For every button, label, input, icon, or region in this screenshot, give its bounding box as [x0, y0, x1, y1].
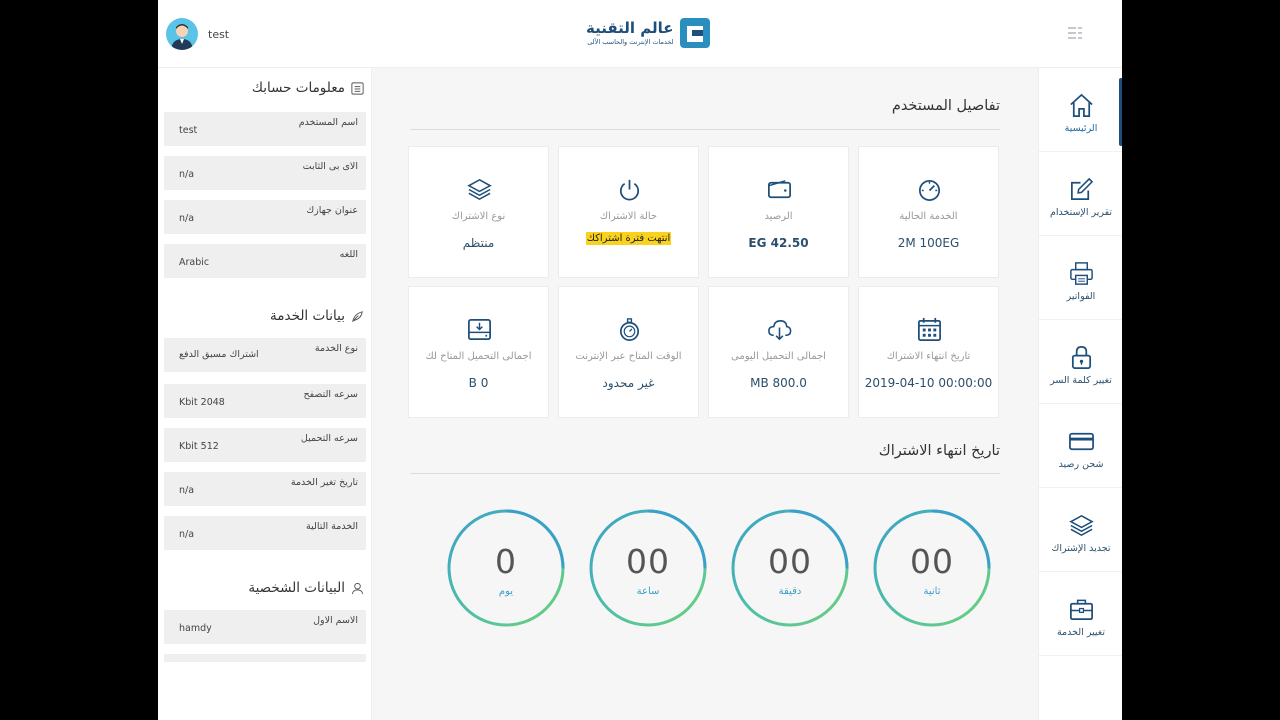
countdown-days-value: 0 — [495, 542, 517, 581]
card-available-download: اجمالى التحميل المتاح لك B 0 — [408, 286, 549, 418]
divider — [410, 473, 1000, 474]
edit-icon — [1070, 177, 1094, 201]
logo-subtitle: لخدمات الإنترنت والحاسب الآلى — [587, 37, 674, 46]
info-row-service-change-date: تاريخ تغير الخدمة n/a — [164, 472, 366, 506]
personal-info-heading: البيانات الشخصية — [248, 580, 365, 596]
app-frame: test عالم التقنية لخدمات الإنترنت والحاس… — [158, 0, 1122, 720]
main-nav: الرئيسية تقرير الإستخدام الفواتير تغيير … — [1038, 68, 1122, 720]
feather-icon — [352, 310, 363, 322]
info-row-first-name: الاسم الاول hamdy — [164, 610, 366, 644]
countdown-seconds-value: 00 — [910, 542, 954, 581]
menu-toggle-icon[interactable] — [1066, 24, 1086, 42]
info-row-language: اللغه Arabic — [164, 244, 366, 278]
countdown-hours-value: 00 — [626, 542, 670, 581]
card-expiry-date: تاريخ انتهاء الاشتراك 2019-04-10 00:00:0… — [858, 286, 999, 418]
countdown-hours-label: ساعة — [636, 586, 660, 597]
card-balance: الرصيد EG 42.50 — [708, 146, 849, 278]
info-row-next-service: الخدمة التالية n/a — [164, 516, 366, 550]
nav-active-indicator — [1119, 78, 1122, 146]
nav-item-change-password[interactable]: تغيير كلمة السر — [1039, 320, 1122, 404]
card-current-service: الخدمة الحالية 2M 100EG — [858, 146, 999, 278]
logo-title: عالم التقنية — [586, 18, 674, 37]
expiry-title: تاريخ انتهاء الاشتراك — [878, 443, 1000, 459]
countdown-days: 0 يوم — [446, 508, 566, 628]
power-icon — [619, 179, 640, 201]
card-subscription-status: حالة الاشتراك انتهت فترة اشتراكك — [558, 146, 699, 278]
card-subscription-type: نوع الاشتراك منتظم — [408, 146, 549, 278]
countdown-seconds-label: ثانية — [923, 586, 941, 597]
info-row-download-speed: سرعه التحميل Kbit 512 — [164, 428, 366, 462]
nav-item-usage-report[interactable]: تقرير الإستخدام — [1039, 152, 1122, 236]
printer-icon — [1070, 262, 1093, 285]
wallet-icon — [768, 180, 791, 199]
info-row-device-address: عنوان جهازك n/a — [164, 200, 366, 234]
info-row-partial — [164, 654, 366, 662]
expired-badge: انتهت فترة اشتراكك — [585, 232, 672, 245]
layers-icon — [1069, 514, 1094, 537]
stopwatch-icon — [619, 318, 640, 341]
nav-item-invoices[interactable]: الفواتير — [1039, 236, 1122, 320]
main-content: تفاصيل المستخدم الخدمة الحالية 2M 100EG … — [372, 68, 1038, 720]
info-row-static-ip: الاى بى الثابت n/a — [164, 156, 366, 190]
countdown-hours: 00 ساعة — [588, 508, 708, 628]
service-info-heading: بيانات الخدمة — [270, 308, 365, 324]
countdown-minutes: 00 دقيقة — [730, 508, 850, 628]
account-info-heading: معلومات حسابك — [252, 80, 365, 96]
cloud-download-icon — [768, 320, 792, 341]
list-icon — [351, 81, 364, 95]
countdown-seconds: 00 ثانية — [872, 508, 992, 628]
nav-item-change-service[interactable]: تغيير الخدمة — [1039, 572, 1122, 656]
username: test — [208, 27, 230, 41]
info-row-username: اسم المستخدم test — [164, 112, 366, 146]
drive-download-icon — [468, 318, 491, 341]
logo: عالم التقنية لخدمات الإنترنت والحاسب الآ… — [586, 16, 712, 50]
calendar-icon — [918, 317, 941, 341]
card-online-time: الوقت المتاح عبر الإنترنت غير محدود — [558, 286, 699, 418]
home-icon — [1070, 93, 1093, 117]
countdown-minutes-label: دقيقة — [778, 586, 802, 597]
gauge-icon — [918, 179, 941, 201]
briefcase-icon — [1070, 599, 1093, 621]
divider — [410, 129, 1000, 130]
info-row-service-type: نوع الخدمة اشتراك مسبق الدفع — [164, 338, 366, 372]
user-icon — [351, 582, 364, 594]
top-header: test عالم التقنية لخدمات الإنترنت والحاس… — [158, 0, 1122, 68]
layers-icon — [467, 178, 492, 201]
avatar[interactable] — [166, 18, 198, 50]
user-details-title: تفاصيل المستخدم — [891, 98, 1000, 114]
nav-item-home[interactable]: الرئيسية — [1039, 68, 1122, 152]
info-row-browse-speed: سرعه التصفح Kbit 2048 — [164, 384, 366, 418]
nav-item-top-up[interactable]: شحن رصيد — [1039, 404, 1122, 488]
credit-card-icon — [1069, 432, 1094, 451]
account-sidebar: معلومات حسابك اسم المستخدم test الاى بى ا… — [158, 68, 372, 720]
lock-icon — [1071, 346, 1092, 369]
card-daily-download: اجمالى التحميل اليومى MB 800.0 — [708, 286, 849, 418]
nav-item-renew-subscription[interactable]: تجديد الإشتراك — [1039, 488, 1122, 572]
logo-icon — [679, 18, 710, 48]
countdown-minutes-value: 00 — [768, 542, 812, 581]
countdown-days-label: يوم — [498, 586, 514, 597]
user-menu[interactable]: test — [166, 18, 229, 50]
